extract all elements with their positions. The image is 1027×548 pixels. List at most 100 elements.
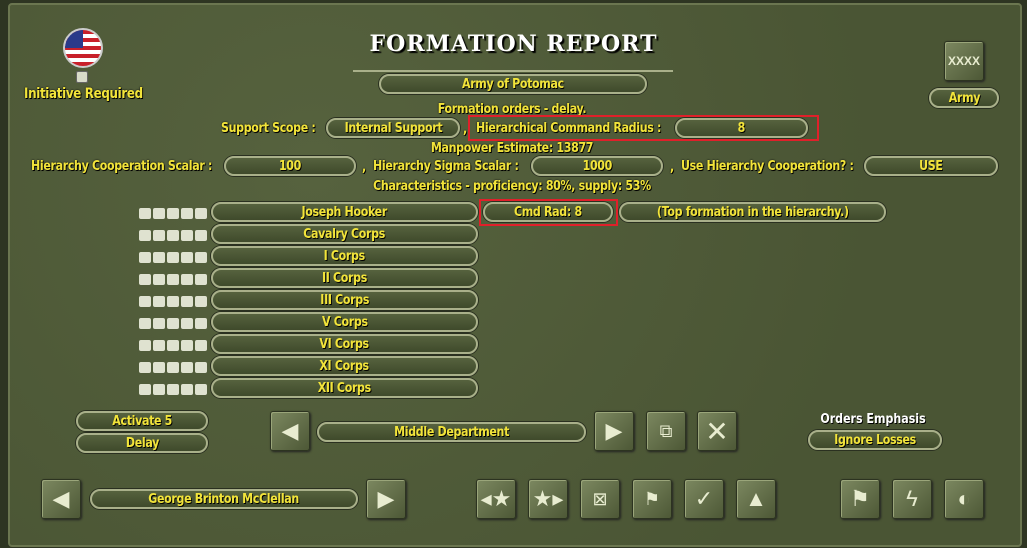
rating-square [181,318,193,330]
hierarchy-row-label: II Corps [322,270,367,286]
confirm-button[interactable]: ✓ [684,479,724,519]
up-button[interactable]: ▲ [736,479,776,519]
activate-button[interactable]: Activate 5 [76,411,208,431]
rating-square [195,230,207,242]
support-scope-button[interactable]: Internal Support [326,118,460,138]
rating-square [153,340,165,352]
rating-square [181,252,193,264]
rating-squares [139,315,209,333]
rating-square [153,296,165,308]
rating-square [181,296,193,308]
hierarchy-row-button[interactable]: VI Corps [211,334,478,354]
rating-squares [139,359,209,377]
sigma-scalar-label: Hierarchy Sigma Scalar : [373,159,519,174]
orders-emphasis-button[interactable]: Ignore Losses [808,430,942,450]
rating-square [167,384,179,396]
hierarchy-row-label: XI Corps [319,358,370,374]
rating-square [195,384,207,396]
top-formation-button[interactable]: (Top formation in the hierarchy.) [619,202,886,222]
rating-square [181,384,193,396]
hierarchy-row-button[interactable]: V Corps [211,312,478,332]
star-right-icon: ★▸ [532,486,564,511]
hierarchy-row-label: I Corps [323,248,366,264]
rating-square [153,362,165,374]
rating-square [153,208,165,220]
rating-square [153,384,165,396]
hq-hierarchy-button[interactable]: ⊠ [580,479,620,519]
hierarchy-row-button[interactable]: XII Corps [211,378,478,398]
hierarchy-row-button[interactable]: III Corps [211,290,478,310]
half-circle-button[interactable]: ◐ [944,479,984,519]
rating-square [167,296,179,308]
prev-leader-button[interactable]: ◂★ [476,479,516,519]
hierarchy-row-label: V Corps [321,314,368,330]
rating-square [153,274,165,286]
rating-square [167,318,179,330]
close-button[interactable]: ✕ [697,411,737,451]
next-department-button[interactable]: ▶ [594,411,634,451]
arrow-left-icon: ◀ [52,486,70,511]
flag-icon: ⚑ [850,486,870,511]
rating-squares [139,381,209,399]
rating-square [195,296,207,308]
rating-square [167,274,179,286]
coop-scalar-button[interactable]: 100 [224,156,356,176]
transfer-button[interactable]: ⧉ [646,411,686,451]
use-coop-label: Use Hierarchy Cooperation? : [681,159,854,174]
rating-square [195,274,207,286]
coop-scalar-label: Hierarchy Cooperation Scalar : [31,159,213,174]
echelon-button[interactable]: Army [929,88,999,108]
initiative-checkbox[interactable] [76,71,88,83]
rating-square [167,230,179,242]
order-button[interactable]: Delay [76,433,208,453]
rating-squares [139,227,209,245]
cmd-rad-button[interactable]: Cmd Rad: 8 [483,202,613,222]
echelon-badge-button[interactable]: XXXX [944,41,984,81]
rating-square [195,252,207,264]
rating-square [195,340,207,352]
rating-square [153,230,165,242]
sigma-scalar-button[interactable]: 1000 [531,156,663,176]
rating-square [139,340,151,352]
prev-department-button[interactable]: ◀ [270,411,310,451]
rating-square [195,318,207,330]
subordinate-hierarchy-button[interactable]: ⚑ [632,479,672,519]
command-radius-button[interactable]: 8 [675,118,808,138]
hierarchy-row-label: Joseph Hooker [301,204,388,220]
formation-name-button[interactable]: Army of Potomac [379,74,647,94]
arrow-right-icon: ▶ [377,486,395,511]
hierarchy-row-button[interactable]: Joseph Hooker [211,202,478,222]
page-title: FORMATION REPORT [369,31,658,57]
hierarchy-row-button[interactable]: II Corps [211,268,478,288]
next-leader-button[interactable]: ★▸ [528,479,568,519]
hierarchy-row-label: VI Corps [319,336,370,352]
separator: , [463,122,467,137]
use-coop-button[interactable]: USE [864,156,998,176]
lightning-button[interactable]: ϟ [892,479,932,519]
rating-square [167,208,179,220]
close-icon: ✕ [705,415,729,447]
commander-button[interactable]: George Brinton McClellan [90,489,358,509]
rating-square [181,274,193,286]
rating-square [139,252,151,264]
department-button[interactable]: Middle Department [317,422,586,442]
hierarchy-row-button[interactable]: XI Corps [211,356,478,376]
hierarchy-row-button[interactable]: I Corps [211,246,478,266]
rating-square [181,340,193,352]
triangle-up-icon: ▲ [745,486,767,511]
support-scope-label: Support Scope : [221,121,316,136]
rating-square [181,230,193,242]
hierarchy-row-button[interactable]: Cavalry Corps [211,224,478,244]
flags-button[interactable]: ⚑ [840,479,880,519]
hierarchy-flags-icon: ⚑ [643,488,661,509]
rating-square [139,274,151,286]
command-radius-label: Hierarchical Command Radius : [476,121,662,136]
rating-squares [139,271,209,289]
rating-squares [139,249,209,267]
rating-square [153,252,165,264]
lightning-icon: ϟ [906,486,918,511]
prev-commander-button[interactable]: ◀ [41,479,81,519]
rating-square [195,208,207,220]
rating-squares [139,293,209,311]
next-commander-button[interactable]: ▶ [366,479,406,519]
